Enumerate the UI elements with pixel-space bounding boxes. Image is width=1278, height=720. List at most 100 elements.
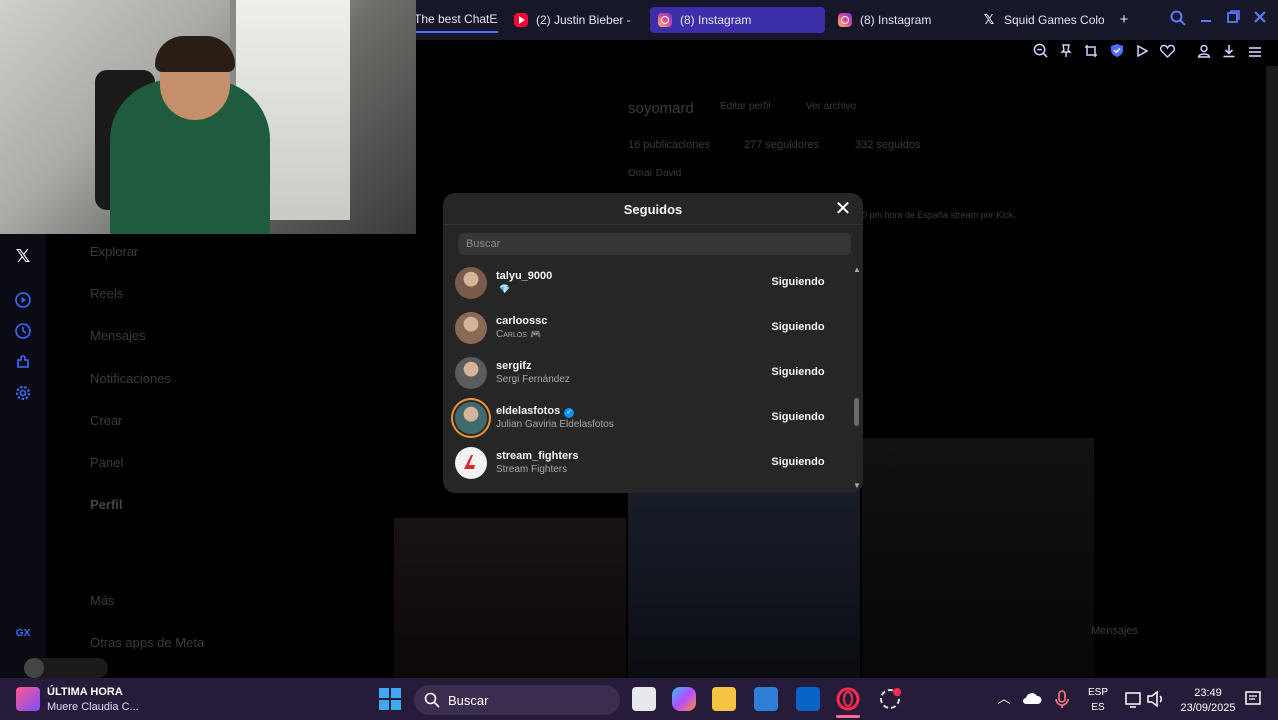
- x-icon: 𝕏: [983, 12, 995, 27]
- scroll-thumb[interactable]: [854, 398, 859, 426]
- x-icon[interactable]: 𝕏: [13, 246, 33, 266]
- list-item[interactable]: stream_fighters Stream Fighters Siguiendo: [443, 443, 851, 488]
- tab-x[interactable]: 𝕏 Squid Games Colo: [974, 7, 1104, 33]
- menu-icon[interactable]: [1245, 43, 1265, 63]
- browser-sidebar: 𝕏 GX: [0, 234, 108, 678]
- full-name: Stream Fighters: [496, 464, 568, 475]
- edit-profile-button: Editar perfil: [720, 101, 771, 112]
- minimize-icon[interactable]: [1196, 10, 1216, 30]
- list-item[interactable]: sergifz Sergi Fernández Siguiendo: [443, 353, 851, 398]
- close-window-icon[interactable]: [1250, 10, 1270, 30]
- snapshot-icon[interactable]: [1081, 43, 1101, 63]
- player-icon[interactable]: [13, 292, 33, 312]
- youtube-icon: [514, 13, 528, 27]
- following-button[interactable]: Siguiendo: [763, 360, 833, 384]
- settings-icon[interactable]: [13, 385, 33, 405]
- history-icon[interactable]: [13, 323, 33, 343]
- list-item[interactable]: talyu_9000 💎 Siguiendo: [443, 263, 851, 308]
- account-icon[interactable]: [1194, 43, 1214, 63]
- task-view-icon[interactable]: [632, 687, 656, 711]
- active-app-indicator: [836, 715, 860, 718]
- maximize-icon[interactable]: [1223, 10, 1243, 30]
- notification-icon[interactable]: [1244, 687, 1268, 711]
- scroll-down-icon[interactable]: ▼: [852, 481, 862, 490]
- close-icon[interactable]: ✕: [833, 199, 853, 219]
- modal-scrollbar[interactable]: ▲ ▼: [851, 263, 863, 493]
- pin-icon[interactable]: [1056, 43, 1076, 63]
- avatar[interactable]: [455, 312, 487, 344]
- list-item[interactable]: eldelasfotos ✓ Julian Gaviria Eldelasfotos…: [443, 398, 851, 443]
- full-name: 💎: [496, 284, 510, 295]
- news-title[interactable]: ÚLTIMA HORA: [47, 686, 123, 698]
- language-top[interactable]: ESP: [1084, 687, 1112, 698]
- windows-start-icon[interactable]: [378, 687, 402, 711]
- profile-username: soyomard: [628, 100, 694, 117]
- username[interactable]: talyu_9000: [496, 270, 552, 282]
- instagram-icon: [658, 13, 672, 27]
- copilot-icon[interactable]: [672, 687, 696, 711]
- game-app-icon[interactable]: [878, 687, 902, 711]
- heart-icon[interactable]: [1157, 43, 1177, 63]
- profile-bio: 0 pm hora de España stream por Kick.: [862, 210, 1016, 220]
- username[interactable]: eldelasfotos ✓: [496, 405, 575, 418]
- following-button[interactable]: Siguiendo: [763, 315, 833, 339]
- download-icon[interactable]: [1219, 43, 1239, 63]
- verified-badge-icon: ✓: [564, 408, 575, 418]
- search-icon: [424, 692, 440, 708]
- new-tab-button[interactable]: +: [1114, 10, 1134, 30]
- following-button[interactable]: Siguiendo: [763, 270, 833, 294]
- news-subtitle[interactable]: Muere Claudia C...: [47, 701, 139, 713]
- profile-badge-icon: 💎: [499, 284, 511, 294]
- taskbar-search[interactable]: Buscar: [414, 685, 620, 715]
- tab-instagram-active[interactable]: (8) Instagram: [650, 7, 825, 33]
- avatar[interactable]: [455, 447, 487, 479]
- post-thumbnail: [862, 438, 1094, 678]
- sidebar-item-reels: Reels: [90, 286, 124, 301]
- tab-instagram[interactable]: (8) Instagram: [830, 7, 970, 33]
- avatar: [24, 658, 44, 678]
- volume-icon[interactable]: [1144, 687, 1168, 711]
- language-bottom[interactable]: ES: [1084, 702, 1112, 713]
- username[interactable]: carloossc: [496, 315, 547, 327]
- sidebar-item-panel: Panel: [90, 455, 124, 470]
- avatar[interactable]: [455, 402, 487, 434]
- network-icon[interactable]: [1122, 687, 1146, 711]
- tab-chatgpt[interactable]: The best ChatE: [414, 7, 498, 33]
- chevron-up-icon[interactable]: ︿: [992, 687, 1016, 711]
- full-name: Sergi Fernández: [496, 374, 570, 385]
- zoom-out-icon[interactable]: [1030, 43, 1050, 63]
- following-list[interactable]: talyu_9000 💎 Siguiendo carloossc Carlos 🎮 Sigu…: [443, 263, 851, 493]
- tab-label: Squid Games Colo: [1004, 13, 1104, 27]
- tab-label: The best ChatE: [414, 12, 498, 26]
- outlook-icon[interactable]: [796, 687, 820, 711]
- sidebar-item-explorar: Explorar: [90, 244, 139, 259]
- avatar[interactable]: [455, 267, 487, 299]
- news-widget-icon[interactable]: [16, 687, 40, 711]
- page-scrollbar[interactable]: [1266, 66, 1278, 678]
- following-modal: Seguidos ✕ talyu_9000💎Siguiendocarloossc…: [443, 193, 863, 493]
- scroll-up-icon[interactable]: ▲: [852, 265, 862, 274]
- avatar[interactable]: [455, 357, 487, 389]
- microsoft-store-icon[interactable]: [754, 687, 778, 711]
- following-button[interactable]: Siguiendo: [763, 405, 833, 429]
- shield-icon[interactable]: [1107, 43, 1127, 63]
- cloud-icon[interactable]: [1020, 687, 1044, 711]
- search-tabs-icon[interactable]: [1168, 10, 1188, 30]
- list-item[interactable]: carloossc Carlos 🎮 Siguiendo: [443, 308, 851, 353]
- clock-date[interactable]: 23/09/2025: [1176, 702, 1240, 714]
- opera-gx-icon[interactable]: [836, 687, 860, 711]
- username[interactable]: sergifz: [496, 360, 531, 372]
- player-icon[interactable]: [1132, 43, 1152, 63]
- extensions-icon[interactable]: [13, 354, 33, 374]
- following-button[interactable]: Siguiendo: [763, 450, 833, 474]
- file-explorer-icon[interactable]: [712, 687, 736, 711]
- search-input[interactable]: [458, 233, 851, 255]
- instagram-icon: [838, 13, 852, 27]
- gx-icon[interactable]: GX: [13, 624, 33, 644]
- sidebar-item-mas: Más: [90, 593, 115, 608]
- clock-time[interactable]: 23:49: [1176, 687, 1240, 699]
- microphone-icon[interactable]: [1050, 687, 1074, 711]
- tab-youtube[interactable]: (2) Justin Bieber -: [506, 7, 640, 33]
- sidebar-item-otras-apps: Otras apps de Meta: [90, 635, 205, 650]
- username[interactable]: stream_fighters: [496, 450, 579, 462]
